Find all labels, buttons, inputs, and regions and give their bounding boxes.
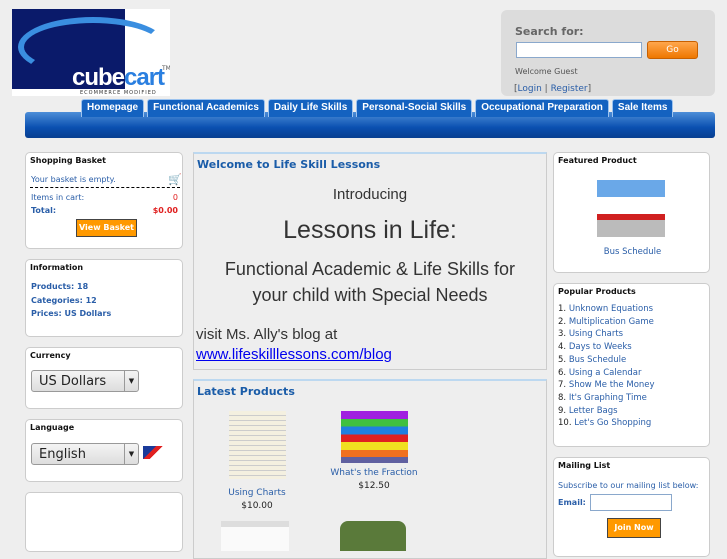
intro-text: Introducing <box>332 186 408 203</box>
popular-link[interactable]: Bus Schedule <box>569 355 626 365</box>
cubecart-logo[interactable]: cubecart TM ECOMMERCE MODIFIED <box>12 9 170 96</box>
tab-personal-social-skills[interactable]: Personal-Social Skills <box>356 99 473 117</box>
chevron-down-icon: ▼ <box>124 371 138 391</box>
language-box: Language English ▼ <box>25 419 183 482</box>
info-products: Products: 18 <box>31 282 89 291</box>
product-price: $12.50 <box>358 481 390 491</box>
list-item: 5. Bus Schedule <box>558 354 627 365</box>
popular-link[interactable]: Days to Weeks <box>569 342 632 352</box>
list-item: 10. Let's Go Shopping <box>558 418 652 429</box>
latest-products-title: Latest Products <box>197 385 295 398</box>
product-item[interactable]: Using Charts $10.00 <box>212 411 302 511</box>
info-categories: Categories: 12 <box>31 296 97 305</box>
basket-title: Shopping Basket <box>30 156 106 165</box>
product-image[interactable] <box>228 411 286 479</box>
mailing-title: Mailing List <box>558 461 611 470</box>
list-item: 1. Unknown Equations <box>558 304 654 314</box>
featured-title: Featured Product <box>558 156 637 165</box>
language-title: Language <box>30 423 75 432</box>
register-link[interactable]: Register <box>551 84 588 94</box>
go-button[interactable]: Go <box>647 41 698 59</box>
currency-title: Currency <box>30 351 71 360</box>
list-item: 9. Letter Bags <box>558 405 618 416</box>
mailing-text: Subscribe to our mailing list below: <box>558 481 699 490</box>
cart-icon[interactable]: 🛒 <box>168 173 182 186</box>
popular-link[interactable]: Multiplication Game <box>569 317 654 327</box>
headline: Lessons in Life: <box>283 216 457 244</box>
nav-tabs: Homepage Functional Academics Daily Life… <box>81 99 674 117</box>
chevron-down-icon: ▼ <box>124 444 138 464</box>
search-input[interactable] <box>516 42 642 58</box>
welcome-box: Welcome to Life Skill Lessons Introducin… <box>193 152 547 370</box>
join-now-button[interactable]: Join Now <box>607 518 661 538</box>
tab-sale-items[interactable]: Sale Items <box>611 99 674 117</box>
total-value: $0.00 <box>152 206 178 215</box>
featured-name[interactable]: Bus Schedule <box>554 247 711 257</box>
logo-tm: TM <box>162 65 170 72</box>
popular-link[interactable]: It's Graphing Time <box>569 393 647 403</box>
popular-title: Popular Products <box>558 287 636 296</box>
popular-link[interactable]: Using Charts <box>569 329 623 339</box>
language-select[interactable]: English ▼ <box>31 443 139 465</box>
email-label: Email: <box>558 498 586 507</box>
popular-link[interactable]: Unknown Equations <box>569 304 653 314</box>
total-label: Total: <box>31 206 57 215</box>
welcome-text: Welcome Guest <box>515 67 578 76</box>
product-image[interactable] <box>340 411 408 463</box>
items-count: 0 <box>172 193 178 202</box>
mailing-list-box: Mailing List Subscribe to our mailing li… <box>553 457 710 557</box>
login-link[interactable]: Login <box>518 84 542 94</box>
list-item: 7. Show Me the Money <box>558 380 655 391</box>
popular-link[interactable]: Using a Calendar <box>569 368 642 378</box>
items-label: Items in cart: <box>31 193 85 202</box>
tab-daily-life-skills[interactable]: Daily Life Skills <box>267 99 354 117</box>
blog-link[interactable]: www.lifeskilllessons.com/blog <box>196 346 392 363</box>
welcome-title: Welcome to Life Skill Lessons <box>197 158 381 171</box>
list-item: 4. Days to Weeks <box>558 342 632 353</box>
info-prices: Prices: US Dollars <box>31 309 112 318</box>
information-box: Information Products: 18 Categories: 12 … <box>25 259 183 337</box>
bus-image[interactable] <box>597 180 665 237</box>
tab-functional-academics[interactable]: Functional Academics <box>147 99 265 117</box>
latest-products-box: Latest Products Using Charts $10.00 What… <box>193 379 547 559</box>
list-item: 3. Using Charts <box>558 329 624 340</box>
search-label: Search for: <box>515 25 584 38</box>
visit-text: visit Ms. Ally's blog at <box>196 326 338 343</box>
product-image[interactable] <box>221 521 289 551</box>
product-price: $10.00 <box>241 501 273 511</box>
uk-flag-icon[interactable] <box>143 446 163 459</box>
list-item: 6. Using a Calendar <box>558 367 642 378</box>
search-panel: Search for: Go Welcome Guest [Login | Re… <box>501 10 715 96</box>
popular-link[interactable]: Show Me the Money <box>569 380 655 390</box>
product-name[interactable]: What's the Fraction <box>324 468 424 478</box>
product-name[interactable]: Using Charts <box>212 488 302 498</box>
email-field[interactable] <box>590 494 672 511</box>
tab-occupational-preparation[interactable]: Occupational Preparation <box>475 99 609 117</box>
language-selected: English <box>39 447 86 462</box>
tab-homepage[interactable]: Homepage <box>81 99 145 117</box>
basket-empty-text: Your basket is empty. <box>31 175 116 184</box>
currency-box: Currency US Dollars ▼ <box>25 347 183 409</box>
currency-select[interactable]: US Dollars ▼ <box>31 370 139 392</box>
left-box-more <box>25 492 183 552</box>
information-title: Information <box>30 263 84 272</box>
subheadline-2: your child with Special Needs <box>252 285 488 305</box>
popular-link[interactable]: Let's Go Shopping <box>574 418 651 428</box>
shopping-basket-box: Shopping Basket Your basket is empty. 🛒 … <box>25 152 183 249</box>
product-item[interactable]: What's the Fraction $12.50 <box>324 411 424 491</box>
view-basket-button[interactable]: View Basket <box>76 219 137 237</box>
product-image[interactable] <box>340 521 406 551</box>
popular-link[interactable]: Letter Bags <box>569 406 618 416</box>
list-item: 2. Multiplication Game <box>558 316 654 327</box>
logo-text: cubecart <box>72 64 165 91</box>
list-item: 8. It's Graphing Time <box>558 392 647 403</box>
subheadline-1: Functional Academic & Life Skills for <box>224 259 516 279</box>
currency-selected: US Dollars <box>39 374 107 389</box>
popular-products-box: Popular Products 1. Unknown Equations 2.… <box>553 283 710 447</box>
featured-product-box: Featured Product Bus Schedule <box>553 152 710 273</box>
logo-tagline: ECOMMERCE MODIFIED <box>80 90 157 96</box>
account-links: [Login | Register] <box>514 84 592 94</box>
